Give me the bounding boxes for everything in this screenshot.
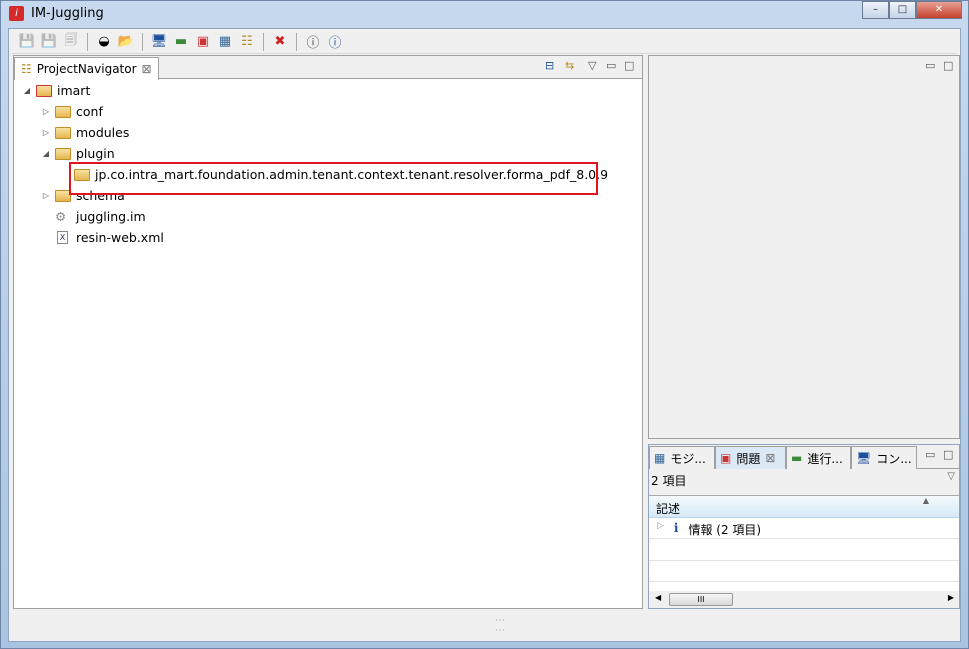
- maximize-button[interactable]: □: [889, 1, 916, 19]
- tree-item-label: juggling.im: [76, 209, 146, 224]
- tab-label: 問題: [736, 451, 761, 466]
- app-window: i IM-Juggling – □ ✕ 💾 💾 🗐 ◒ 📂 🖥 ▬ ▣ ▦ ☷ …: [0, 0, 969, 649]
- toolbar-separator: [142, 32, 143, 51]
- right-top-panel: ▭ □: [648, 55, 960, 439]
- tree-item-label: resin-web.xml: [76, 230, 164, 245]
- minimize-view-icon[interactable]: ▭: [606, 59, 616, 72]
- tree-item[interactable]: ◢ imart: [14, 80, 642, 101]
- tree-item-label: plugin: [76, 146, 115, 161]
- project-icon: [36, 84, 52, 97]
- toolbar-separator: [296, 32, 297, 51]
- tree-item[interactable]: ▷ modules: [14, 122, 642, 143]
- app-icon: i: [9, 6, 24, 21]
- scroll-right-icon[interactable]: ▶: [948, 593, 954, 602]
- item-count: 2 項目: [651, 474, 687, 488]
- workbench: 💾 💾 🗐 ◒ 📂 🖥 ▬ ▣ ▦ ☷ ✖ ⓘ ⓘ ☷ ProjectNavig…: [8, 28, 961, 642]
- expand-arrow-icon[interactable]: ▷: [41, 107, 51, 116]
- tab-console[interactable]: 🖥 コン...: [851, 446, 917, 469]
- tab-label: コン...: [876, 451, 912, 466]
- highlight-box: [69, 162, 598, 195]
- scroll-left-icon[interactable]: ◀: [655, 593, 661, 602]
- problems-icon[interactable]: ▣: [194, 33, 212, 51]
- info-icon[interactable]: ⓘ: [326, 33, 344, 51]
- folder-icon: [55, 147, 71, 160]
- save-as-icon[interactable]: 💾: [40, 33, 58, 51]
- info-icon: i: [673, 521, 679, 535]
- view-menu-icon[interactable]: ▽: [588, 59, 596, 72]
- folder-icon: [55, 105, 71, 118]
- project-navigator-panel: ☷ ProjectNavigator ⊠ ⊟ ⇆ ▽ ▭ □ ◢ imart ▷ co…: [13, 55, 643, 609]
- expand-arrow-icon[interactable]: ▷: [657, 521, 664, 535]
- open-folder-icon[interactable]: 📂: [117, 33, 135, 51]
- horizontal-scrollbar[interactable]: ◀ III ▶: [649, 591, 959, 608]
- monitor-icon[interactable]: 🖥: [150, 33, 168, 51]
- minimize-button[interactable]: –: [862, 1, 889, 19]
- toolbar: 💾 💾 🗐 ◒ 📂 🖥 ▬ ▣ ▦ ☷ ✖ ⓘ ⓘ: [12, 30, 957, 54]
- gear-icon: ⚙: [55, 209, 67, 224]
- toolbar-separator: [87, 32, 88, 51]
- tab-project-navigator[interactable]: ☷ ProjectNavigator ⊠: [14, 57, 159, 80]
- problems-header: 2 項目 ▽: [649, 469, 959, 496]
- close-tab-icon[interactable]: ⊠: [765, 451, 775, 465]
- tree-item-label: modules: [76, 125, 130, 140]
- tree-item-label: conf: [76, 104, 103, 119]
- column-label: 記述: [656, 502, 681, 516]
- modules-icon: ▦: [654, 451, 666, 465]
- maximize-view-icon[interactable]: □: [624, 59, 634, 72]
- navigator-icon[interactable]: ☷: [238, 33, 256, 51]
- tab-label: ProjectNavigator: [36, 62, 137, 76]
- maximize-view-icon[interactable]: □: [943, 448, 953, 461]
- view-menu-icon[interactable]: ▽: [947, 471, 955, 482]
- window-title: IM-Juggling: [31, 6, 104, 21]
- scroll-thumb[interactable]: III: [669, 593, 733, 606]
- minimize-view-icon[interactable]: ▭: [925, 448, 935, 461]
- expand-arrow-icon[interactable]: ◢: [22, 86, 32, 95]
- tab-problems[interactable]: ▣ 問題 ⊠: [715, 446, 786, 469]
- help-icon[interactable]: ⓘ: [304, 33, 322, 51]
- tree-item[interactable]: ▷ conf: [14, 101, 642, 122]
- run-icon[interactable]: ▬: [172, 33, 190, 51]
- close-tab-icon[interactable]: ⊠: [142, 62, 152, 76]
- settings-icon[interactable]: ✖: [271, 33, 289, 51]
- navigator-icon: ☷: [21, 62, 32, 76]
- collapse-all-icon[interactable]: ⊟: [545, 59, 554, 72]
- navigator-tab-bar: ☷ ProjectNavigator ⊠ ⊟ ⇆ ▽ ▭ □: [14, 56, 642, 80]
- column-header-description[interactable]: 記述 ▲: [649, 496, 959, 518]
- maximize-view-icon[interactable]: □: [943, 59, 953, 72]
- problem-row-info[interactable]: ▷ i 情報 (2 項目): [649, 518, 959, 539]
- problems-icon: ▣: [720, 451, 732, 465]
- tree-item-label: imart: [57, 83, 91, 98]
- row-label: 情報 (2 項目): [688, 523, 762, 537]
- minimize-view-icon[interactable]: ▭: [925, 59, 935, 72]
- save-icon[interactable]: 💾: [18, 33, 36, 51]
- row-divider: [649, 560, 959, 561]
- title-bar: i IM-Juggling – □ ✕: [1, 1, 968, 27]
- tree-item[interactable]: Xresin-web.xml: [14, 227, 642, 248]
- expand-arrow-icon[interactable]: ◢: [41, 149, 51, 158]
- folder-icon: [55, 126, 71, 139]
- tab-modules[interactable]: ▦ モジ...: [649, 446, 715, 469]
- modules-icon[interactable]: ▦: [216, 33, 234, 51]
- problems-panel: ▦ モジ... ▣ 問題 ⊠ ▬ 進行... 🖥 コン... ▭ □ 2 項目 ▽ 記述 …: [648, 444, 960, 609]
- save-all-icon[interactable]: 🗐: [62, 33, 80, 51]
- expand-arrow-icon[interactable]: ▷: [41, 128, 51, 137]
- bottom-tab-bar: ▦ モジ... ▣ 問題 ⊠ ▬ 進行... 🖥 コン... ▭ □: [649, 445, 959, 469]
- tree-item[interactable]: ⚙ juggling.im: [14, 206, 642, 227]
- tab-label: モジ...: [670, 451, 706, 466]
- tab-progress[interactable]: ▬ 進行...: [786, 446, 851, 469]
- close-button[interactable]: ✕: [916, 1, 962, 19]
- console-icon: 🖥: [856, 451, 872, 465]
- dashboard-icon[interactable]: ◒: [95, 33, 113, 51]
- toolbar-separator: [263, 32, 264, 51]
- row-divider: [649, 581, 959, 582]
- tab-label: 進行...: [807, 451, 843, 466]
- expand-arrow-icon[interactable]: ▷: [41, 191, 51, 200]
- link-editor-icon[interactable]: ⇆: [565, 59, 574, 72]
- progress-icon: ▬: [791, 451, 803, 465]
- status-divider: ⋮⋮: [494, 615, 505, 635]
- sort-ascending-icon: ▲: [922, 496, 929, 505]
- tree-item[interactable]: ◢ plugin: [14, 143, 642, 164]
- status-bar: ⋮⋮: [9, 611, 960, 641]
- xml-file-icon: X: [57, 231, 68, 244]
